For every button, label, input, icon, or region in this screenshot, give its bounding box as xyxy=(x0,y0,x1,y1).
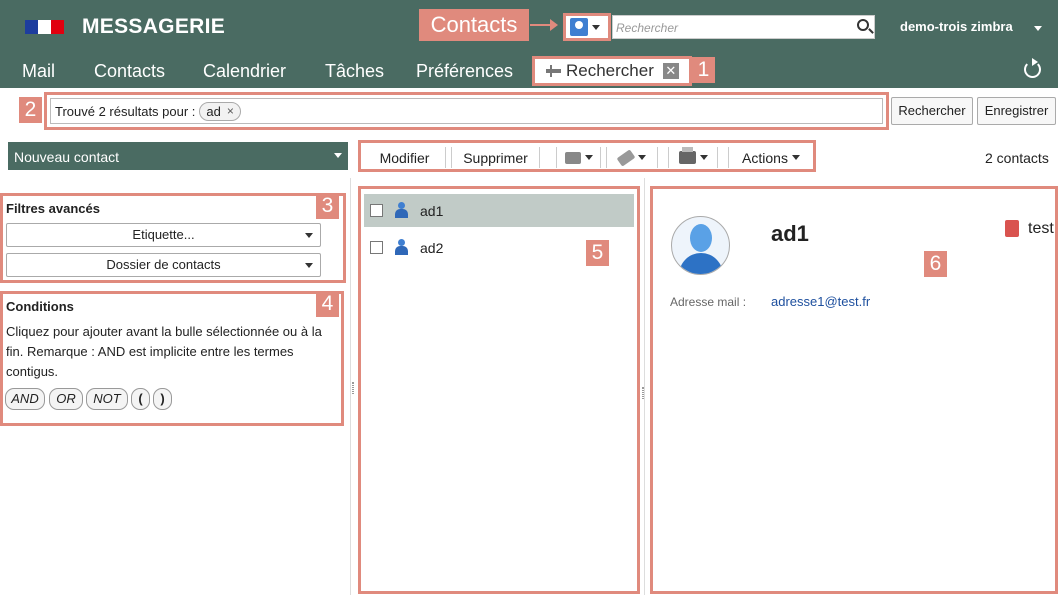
new-contact-label: Nouveau contact xyxy=(14,149,120,165)
op-and-button[interactable]: AND xyxy=(5,388,45,410)
email-link[interactable]: adresse1@test.fr xyxy=(771,294,870,309)
french-flag-logo xyxy=(25,20,64,34)
list-item[interactable]: ad1 xyxy=(364,194,634,227)
chevron-down-icon xyxy=(638,155,646,160)
tab-search-label: Rechercher xyxy=(566,61,654,80)
filters-title: Filtres avancés xyxy=(6,201,100,216)
contacts-callout: Contacts xyxy=(419,9,529,41)
chevron-down-icon xyxy=(584,155,593,160)
annotation-badge-3: 3 xyxy=(316,193,339,219)
tag-icon xyxy=(616,148,636,167)
search-term: ad xyxy=(206,103,221,119)
folder-filter-dropdown[interactable]: Dossier de contacts xyxy=(6,253,321,277)
new-contact-button[interactable]: Nouveau contact xyxy=(8,142,348,170)
move-button[interactable] xyxy=(556,147,601,168)
contact-icon xyxy=(395,202,408,219)
annotation-badge-1: 1 xyxy=(692,57,715,83)
advanced-filters-panel: Filtres avancés Etiquette... Dossier de … xyxy=(0,193,346,283)
edit-label: Modifier xyxy=(379,149,430,166)
middle-divider xyxy=(644,178,645,595)
row-checkbox[interactable] xyxy=(370,241,383,254)
search-icon[interactable] xyxy=(857,19,869,31)
contact-icon xyxy=(395,239,408,256)
results-label: Trouvé 2 résultats pour : xyxy=(55,103,196,119)
op-open-paren-button[interactable]: ( xyxy=(131,388,150,410)
print-button[interactable] xyxy=(668,147,718,168)
annotation-badge-2: 2 xyxy=(19,97,42,123)
folder-filter-label: Dossier de contacts xyxy=(106,257,221,272)
op-or-button[interactable]: OR xyxy=(49,388,83,410)
close-icon[interactable]: ✕ xyxy=(662,63,679,79)
chevron-down-icon xyxy=(699,155,708,160)
search-query-bar: Trouvé 2 résultats pour : ad × xyxy=(44,92,889,130)
chevron-down-icon[interactable] xyxy=(334,153,342,158)
middle-splitter-handle[interactable] xyxy=(642,387,644,399)
contacts-icon xyxy=(570,18,588,36)
contact-name: ad1 xyxy=(420,202,444,219)
delete-label: Supprimer xyxy=(463,149,528,166)
search-input[interactable]: Rechercher xyxy=(612,15,875,39)
row-checkbox[interactable] xyxy=(370,204,383,217)
annotation-badge-4: 4 xyxy=(316,291,339,317)
chevron-down-icon xyxy=(791,155,800,160)
callout-arrow xyxy=(530,19,558,31)
edit-button[interactable]: Modifier xyxy=(364,147,446,168)
remove-term-icon[interactable]: × xyxy=(227,104,234,118)
conditions-panel: Conditions Cliquez pour ajouter avant la… xyxy=(0,291,344,426)
tab-tasks[interactable]: Tâches xyxy=(325,61,384,82)
tab-mail[interactable]: Mail xyxy=(22,61,55,82)
save-button[interactable]: Enregistrer xyxy=(977,97,1056,125)
left-divider xyxy=(350,178,351,595)
chevron-down-icon xyxy=(305,263,313,268)
actions-label: Actions xyxy=(742,149,788,166)
contact-detail-panel: ad1 test Adresse mail : adresse1@test.fr xyxy=(650,186,1058,594)
tag-filter-dropdown[interactable]: Etiquette... xyxy=(6,223,321,247)
conditions-title: Conditions xyxy=(6,299,74,314)
search-term-bubble[interactable]: ad × xyxy=(199,101,241,121)
annotation-badge-6: 6 xyxy=(924,251,947,277)
search-type-selector[interactable] xyxy=(563,13,611,41)
app-title: MESSAGERIE xyxy=(82,15,226,38)
pin-icon xyxy=(546,65,561,77)
tab-calendar[interactable]: Calendrier xyxy=(203,61,286,82)
tab-contacts[interactable]: Contacts xyxy=(94,61,165,82)
conditions-help: Cliquez pour ajouter avant la bulle séle… xyxy=(6,324,322,379)
chevron-down-icon xyxy=(305,233,313,238)
left-splitter-handle[interactable] xyxy=(352,382,354,394)
op-close-paren-button[interactable]: ) xyxy=(153,388,172,410)
toolbar: Modifier Supprimer Actions xyxy=(358,140,816,172)
refresh-icon[interactable] xyxy=(1024,58,1041,78)
tag-filter-label: Etiquette... xyxy=(132,227,195,242)
delete-button[interactable]: Supprimer xyxy=(451,147,540,168)
chevron-down-icon xyxy=(592,24,600,30)
search-button[interactable]: Rechercher xyxy=(891,97,973,125)
detail-contact-name: ad1 xyxy=(771,221,809,246)
print-icon xyxy=(678,147,696,164)
move-icon xyxy=(564,151,581,164)
chevron-down-icon[interactable] xyxy=(1034,26,1042,31)
email-label: Adresse mail : xyxy=(670,295,747,309)
app-window: MESSAGERIE Contacts Rechercher demo-troi… xyxy=(0,0,1058,595)
contact-name: ad2 xyxy=(420,239,444,256)
address-book-icon xyxy=(1005,220,1019,237)
query-field[interactable]: Trouvé 2 résultats pour : ad × xyxy=(50,98,883,124)
avatar xyxy=(671,216,730,275)
contacts-count: 2 contacts xyxy=(985,150,1049,166)
tab-search[interactable]: Rechercher ✕ xyxy=(532,56,692,86)
op-not-button[interactable]: NOT xyxy=(86,388,128,410)
actions-button[interactable]: Actions xyxy=(728,147,813,168)
annotation-badge-5: 5 xyxy=(586,240,609,266)
user-menu[interactable]: demo-trois zimbra xyxy=(900,19,1013,34)
tab-preferences[interactable]: Préférences xyxy=(416,61,513,82)
address-book-name[interactable]: test xyxy=(1028,220,1054,238)
tag-button[interactable] xyxy=(606,147,658,168)
